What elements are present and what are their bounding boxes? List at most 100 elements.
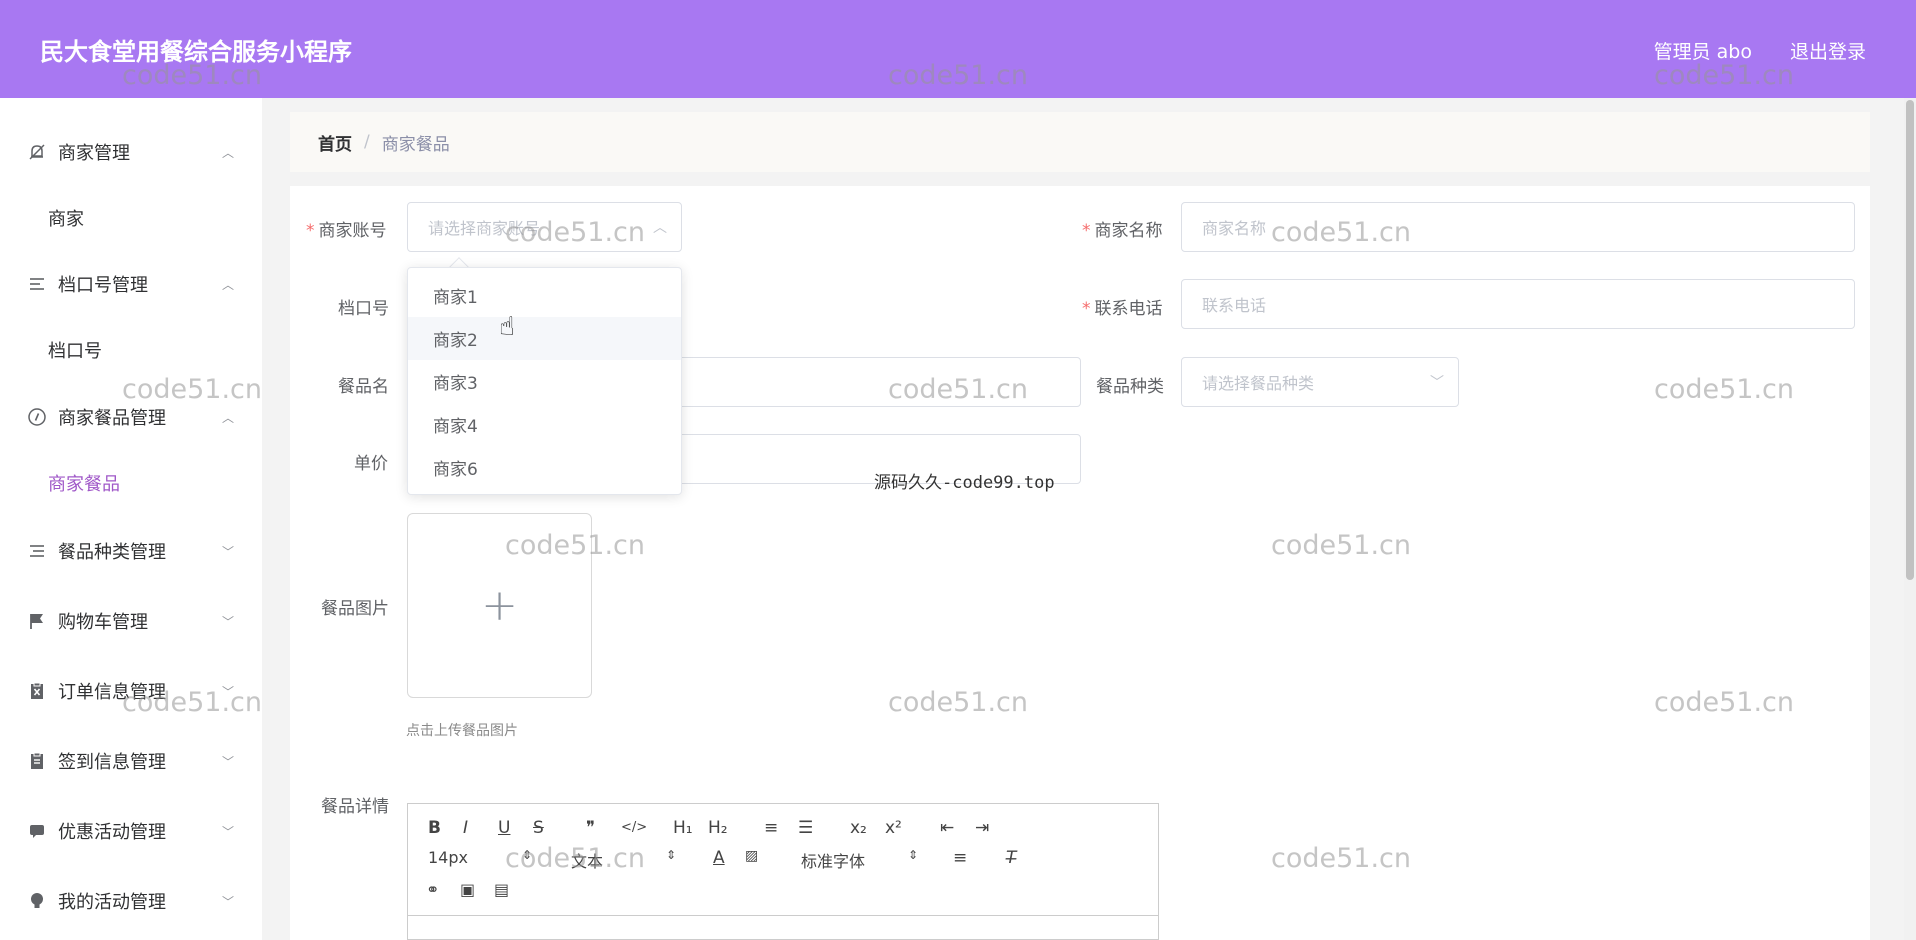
font-color-icon[interactable]: A: [713, 848, 725, 868]
sidebar-item-signin[interactable]: 签到信息管理 ﹀: [0, 737, 262, 785]
dropdown-option[interactable]: 商家3: [408, 360, 681, 403]
breadcrumb-separator: /: [364, 132, 370, 152]
merchant-account-label: * 商家账号: [306, 221, 387, 241]
app-title: 民大食堂用餐综合服务小程序: [40, 38, 352, 66]
sidebar-item-label: 档口号管理: [58, 275, 148, 296]
center-watermark: 源码久久-code99.top: [874, 473, 1055, 493]
sidebar-item-label: 订单信息管理: [58, 682, 166, 703]
superscript-button[interactable]: x²: [885, 818, 902, 838]
flag-icon: [26, 610, 48, 632]
merchant-name-label: * 商家名称: [1082, 221, 1163, 241]
scrollbar-thumb[interactable]: [1906, 100, 1914, 580]
sidebar-item-label: 购物车管理: [58, 612, 148, 633]
sidebar-item-label: 商家管理: [58, 143, 130, 164]
chevron-up-icon: ︿: [222, 145, 235, 160]
underline-button[interactable]: U: [498, 818, 510, 838]
merchant-account-placeholder: 请选择商家账号: [428, 219, 541, 238]
bullet-list-icon[interactable]: ☰: [798, 818, 813, 838]
bulb-icon: [26, 890, 48, 912]
dropdown-option[interactable]: 商家4: [408, 403, 681, 446]
chat-bubble-icon: [26, 820, 48, 842]
merchant-name-placeholder: 商家名称: [1202, 219, 1267, 238]
ordered-list-icon[interactable]: ≡: [764, 818, 778, 838]
outdent-icon[interactable]: ⇤: [940, 818, 954, 838]
chevron-down-icon: ﹀: [222, 824, 235, 839]
sidebar-item-cart[interactable]: 购物车管理 ﹀: [0, 597, 262, 645]
chevron-up-icon: ︿: [222, 277, 235, 292]
dropdown-option[interactable]: 商家2: [408, 317, 681, 360]
chevron-down-icon: ﹀: [1430, 375, 1444, 391]
rich-text-editor[interactable]: B I U S ❞ </> H₁ H₂ ≡ ☰ x₂ x² ⇤ ⇥ 14px ⇕…: [407, 803, 1159, 940]
merchant-name-input[interactable]: 商家名称: [1181, 202, 1855, 252]
stall-no-label: 档口号: [338, 299, 389, 319]
sidebar-subitem-merchant[interactable]: 商家: [0, 194, 262, 242]
list-icon: [26, 273, 48, 295]
background-color-icon[interactable]: ▨: [745, 848, 758, 864]
clear-format-icon[interactable]: T̶: [1006, 848, 1016, 868]
page-scrollbar[interactable]: [1904, 98, 1916, 940]
sidebar-item-my-activities[interactable]: 我的活动管理 ﹀: [0, 877, 262, 925]
bold-button[interactable]: B: [428, 818, 441, 838]
compass-icon: [26, 406, 48, 428]
dropdown-option[interactable]: 商家1: [408, 274, 681, 317]
user-info: 管理员 abo: [1653, 41, 1752, 63]
chevron-down-icon: ﹀: [222, 614, 235, 629]
sidebar-subitem-label: 商家餐品: [48, 474, 120, 495]
phone-input[interactable]: 联系电话: [1181, 279, 1855, 329]
bell-off-icon: [26, 141, 48, 163]
sidebar-subitem-label: 档口号: [48, 341, 102, 362]
upload-tip: 点击上传餐品图片: [406, 723, 518, 739]
sidebar-item-label: 签到信息管理: [58, 752, 166, 773]
image-icon[interactable]: ▣: [460, 880, 475, 899]
heading1-button[interactable]: H₁: [673, 818, 693, 838]
sidebar-item-dish-category[interactable]: 餐品种类管理 ﹀: [0, 527, 262, 575]
list-icon: [26, 540, 48, 562]
sidebar-item-stall[interactable]: 档口号管理 ︿: [0, 260, 262, 308]
sidebar-item-orders[interactable]: 订单信息管理 ﹀: [0, 667, 262, 715]
select-arrows-icon: ⇕: [666, 848, 677, 862]
code-icon[interactable]: </>: [621, 820, 647, 835]
heading2-button[interactable]: H₂: [708, 818, 728, 838]
link-icon[interactable]: ⚭: [426, 880, 439, 899]
dish-category-placeholder: 请选择餐品种类: [1202, 374, 1315, 393]
video-icon[interactable]: ▤: [494, 880, 509, 899]
plus-icon: +: [481, 580, 518, 631]
breadcrumb-home[interactable]: 首页: [318, 130, 352, 155]
sidebar: 商家管理 ︿ 商家 档口号管理 ︿ 档口号 商家餐品管理 ︿ 商家餐品 餐品种类…: [0, 98, 262, 940]
chevron-down-icon: ﹀: [222, 684, 235, 699]
font-size-select[interactable]: 14px: [428, 848, 468, 867]
header-select[interactable]: 文本: [571, 848, 603, 872]
breadcrumb: 首页 / 商家餐品: [290, 112, 1870, 172]
indent-icon[interactable]: ⇥: [975, 818, 989, 838]
italic-button[interactable]: I: [463, 818, 468, 838]
hand-cursor-icon: ☝: [499, 312, 515, 342]
logout-link[interactable]: 退出登录: [1790, 37, 1866, 64]
chevron-up-icon: ︿: [222, 410, 235, 425]
align-icon[interactable]: ≡: [953, 848, 967, 868]
chevron-down-icon: ﹀: [222, 894, 235, 909]
image-upload-button[interactable]: +: [407, 513, 592, 698]
chevron-down-icon: ﹀: [222, 544, 235, 559]
strike-button[interactable]: S: [533, 818, 544, 838]
sidebar-subitem-stall[interactable]: 档口号: [0, 326, 262, 374]
clipboard-x-icon: [26, 680, 48, 702]
blockquote-icon[interactable]: ❞: [586, 818, 595, 838]
merchant-account-dropdown: 商家1 商家2 商家3 商家4 商家6: [407, 267, 682, 495]
sidebar-item-merchant[interactable]: 商家管理 ︿: [0, 128, 262, 176]
clipboard-icon: [26, 750, 48, 772]
subscript-button[interactable]: x₂: [850, 818, 867, 838]
phone-placeholder: 联系电话: [1202, 296, 1267, 315]
sidebar-item-promotions[interactable]: 优惠活动管理 ﹀: [0, 807, 262, 855]
dish-image-label: 餐品图片: [321, 599, 389, 619]
dish-name-label: 餐品名: [338, 377, 389, 397]
sidebar-item-merchant-dish[interactable]: 商家餐品管理 ︿: [0, 393, 262, 441]
sidebar-item-label: 商家餐品管理: [58, 408, 166, 429]
font-family-select[interactable]: 标准字体: [801, 848, 865, 872]
sidebar-item-label: 我的活动管理: [58, 892, 166, 913]
merchant-account-select[interactable]: 请选择商家账号 ︿: [407, 202, 682, 252]
dish-category-select[interactable]: 请选择餐品种类 ﹀: [1181, 357, 1459, 407]
sidebar-subitem-merchant-dish[interactable]: 商家餐品: [0, 459, 262, 507]
editor-toolbar: B I U S ❞ </> H₁ H₂ ≡ ☰ x₂ x² ⇤ ⇥ 14px ⇕…: [408, 804, 1158, 916]
dropdown-option[interactable]: 商家6: [408, 446, 681, 489]
breadcrumb-current: 商家餐品: [381, 134, 450, 155]
